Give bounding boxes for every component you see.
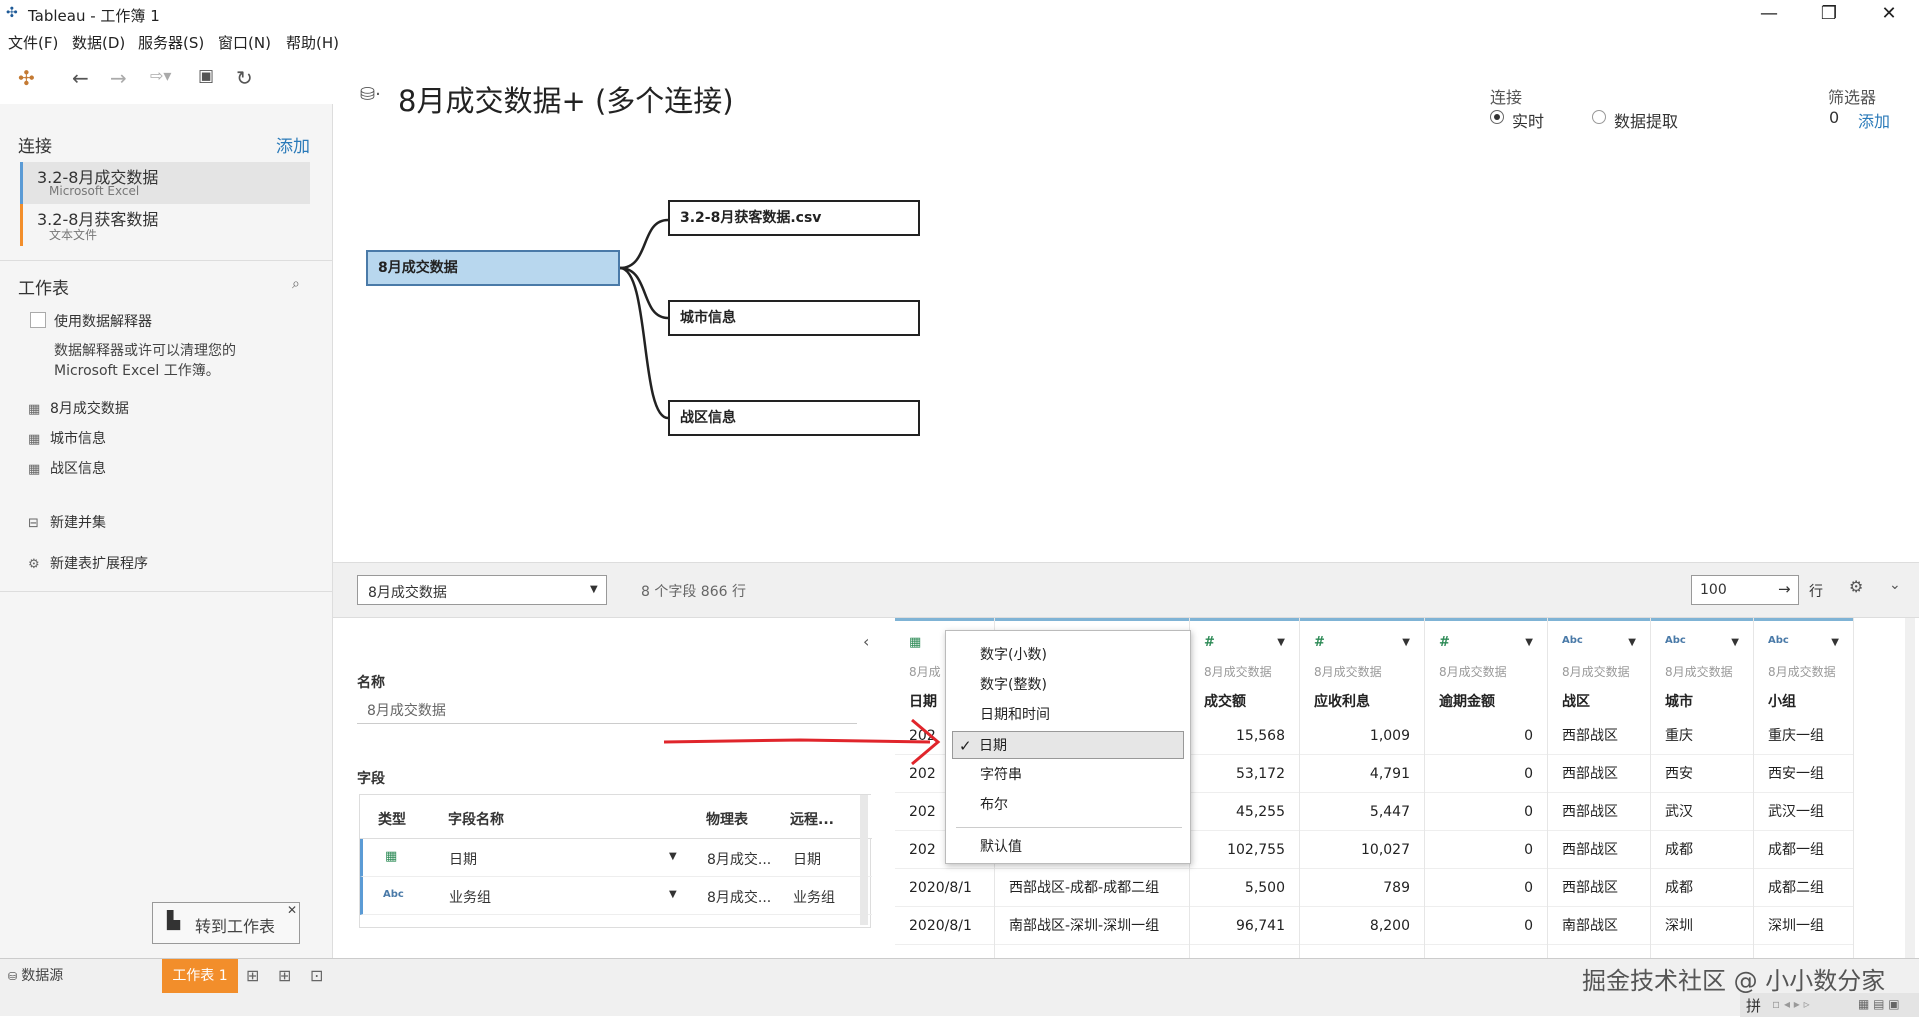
status-area: 拼 ▫ ◂ ▸ ▹ ▦ ▤ ▣	[1740, 993, 1919, 1017]
goto-sheet-label: 转到工作表	[195, 917, 276, 936]
datasource-tab[interactable]: ⛁ 数据源	[8, 959, 63, 993]
chart-icon: ▙	[167, 911, 181, 931]
nav-arrows-icon[interactable]: ▫ ◂ ▸ ▹	[1772, 997, 1810, 1011]
new-dashboard-icon[interactable]: ⊞	[278, 959, 291, 993]
menu-item-date[interactable]: ✓ 日期	[952, 731, 1184, 759]
footer-tabs: ⛁ 数据源 工作表 1 ⊞ ⊞ ⊡ 掘金技术社区 @ 小小数分家 拼 ▫ ◂ ▸ …	[0, 958, 1919, 1017]
menu-item-string[interactable]: 字符串	[946, 761, 1190, 789]
data-type-menu: 数字(小数) 数字(整数) 日期和时间 ✓ 日期 字符串 布尔 默认值	[945, 630, 1191, 864]
menu-item-integer[interactable]: 数字(整数)	[946, 671, 1190, 699]
menu-item-datetime[interactable]: 日期和时间	[946, 701, 1190, 729]
datasource-icon: ⛁	[8, 970, 18, 983]
close-icon[interactable]: ✕	[287, 903, 297, 917]
sheet-tab[interactable]: 工作表 1	[162, 959, 238, 993]
menu-item-boolean[interactable]: 布尔	[946, 791, 1190, 819]
menu-divider	[956, 827, 1182, 828]
new-sheet-icon[interactable]: ⊞	[246, 959, 259, 993]
grid-view-icon[interactable]: ▦ ▤ ▣	[1858, 997, 1900, 1011]
menu-item-decimal[interactable]: 数字(小数)	[946, 641, 1190, 669]
menu-item-default[interactable]: 默认值	[946, 833, 1190, 861]
watermark: 掘金技术社区 @ 小小数分家	[1582, 967, 1886, 995]
ime-icon[interactable]: 拼	[1746, 995, 1761, 1016]
check-icon: ✓	[959, 737, 972, 755]
new-story-icon[interactable]: ⊡	[310, 959, 323, 993]
goto-sheet-tooltip[interactable]: ▙ 转到工作表 ✕	[152, 902, 300, 944]
